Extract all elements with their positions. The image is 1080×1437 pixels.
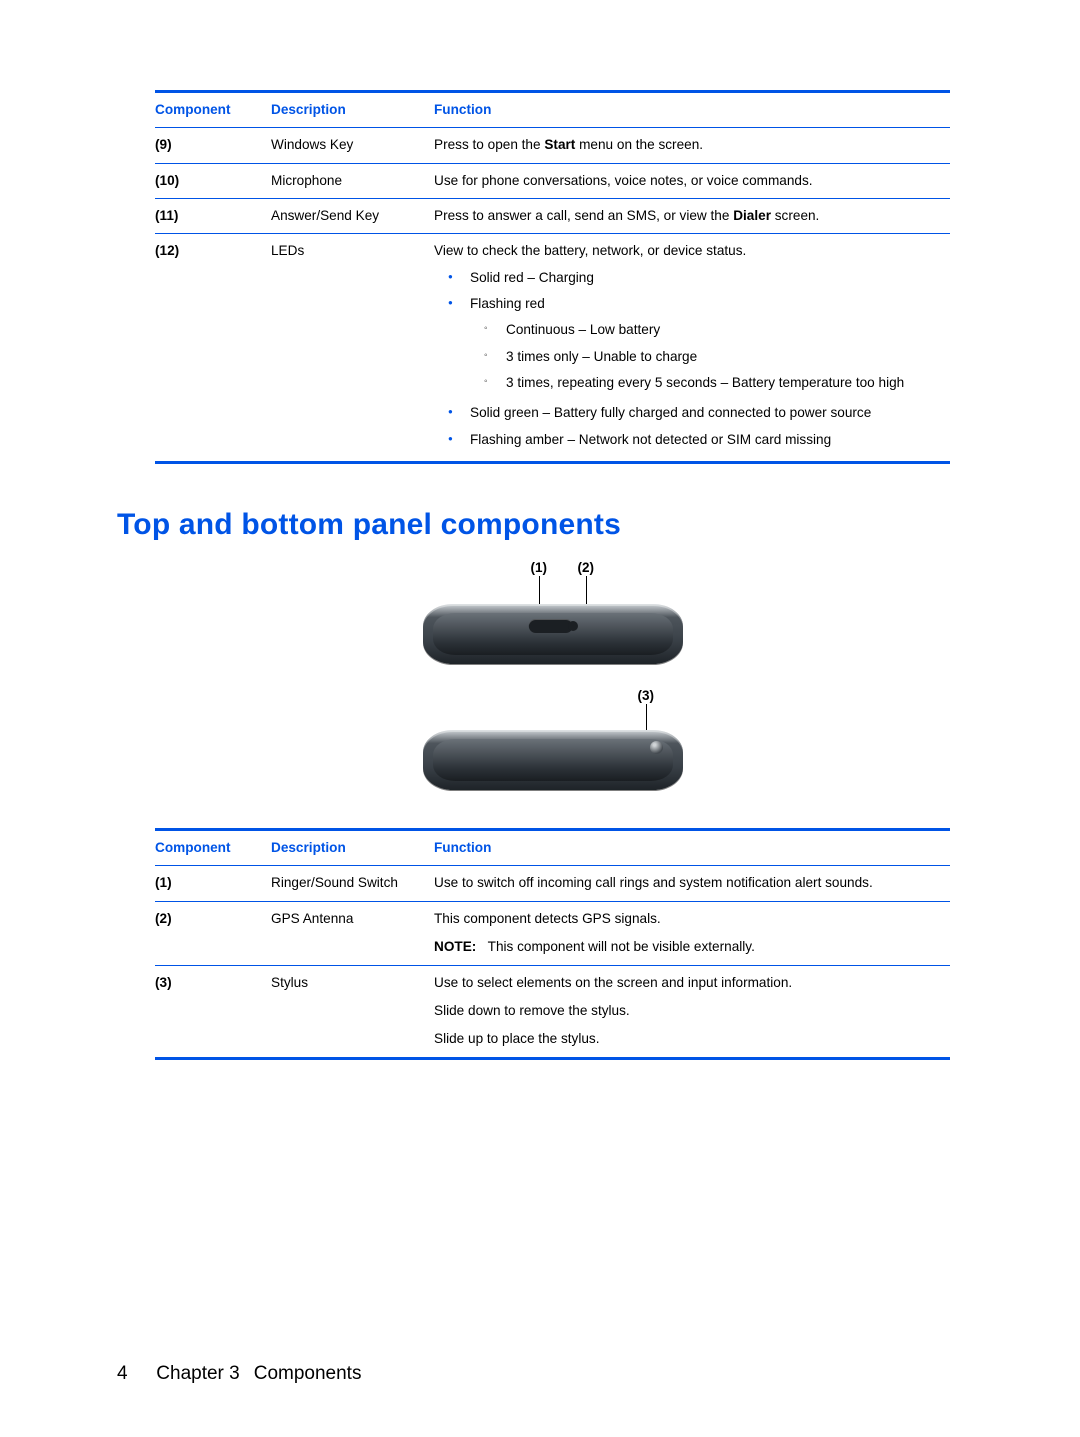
table-row: (11) Answer/Send Key Press to answer a c… <box>155 199 950 234</box>
text: Press to open the <box>434 137 544 152</box>
table-row: (10) Microphone Use for phone conversati… <box>155 163 950 198</box>
list-item: Continuous – Low battery <box>470 317 942 343</box>
page-number: 4 <box>117 1363 151 1385</box>
text: screen. <box>771 208 819 223</box>
list-item: Flashing amber – Network not detected or… <box>434 427 942 453</box>
table-header-row: Component Description Function <box>155 92 950 128</box>
component-description: Answer/Send Key <box>271 199 434 234</box>
component-description: Windows Key <box>271 128 434 163</box>
component-function: Use for phone conversations, voice notes… <box>434 163 950 198</box>
list-item: 3 times only – Unable to charge <box>470 344 942 370</box>
table-row: (3) Stylus Use to select elements on the… <box>155 965 950 1058</box>
text: Slide down to remove the stylus. <box>434 1002 942 1020</box>
component-function: Use to switch off incoming call rings an… <box>434 866 950 901</box>
header-component: Component <box>155 92 271 128</box>
bullet-list: Solid red – Charging Flashing red Contin… <box>434 265 942 453</box>
sub-bullet-list: Continuous – Low battery 3 times only – … <box>470 317 942 396</box>
document-page: Component Description Function (9) Windo… <box>0 0 1080 1437</box>
callout-label: (1) <box>531 560 548 575</box>
text: View to check the battery, network, or d… <box>434 243 746 258</box>
table-row: (12) LEDs View to check the battery, net… <box>155 234 950 463</box>
component-number: (11) <box>155 199 271 234</box>
header-description: Description <box>271 92 434 128</box>
text: Slide up to place the stylus. <box>434 1030 942 1048</box>
components-table-2: Component Description Function (1) Ringe… <box>155 828 950 1059</box>
callout-label: (3) <box>638 688 655 703</box>
device-bottom-panel <box>423 730 683 790</box>
header-description: Description <box>271 830 434 866</box>
text: This component detects GPS signals. <box>434 911 661 926</box>
callout-3: (3) <box>638 688 655 703</box>
note-text: This component will not be visible exter… <box>488 939 755 954</box>
callout-2: (2) <box>578 560 595 575</box>
header-component: Component <box>155 830 271 866</box>
component-description: GPS Antenna <box>271 901 434 965</box>
table-row: (9) Windows Key Press to open the Start … <box>155 128 950 163</box>
chapter-label: Chapter 3 <box>156 1363 239 1384</box>
text: Flashing red <box>470 296 545 311</box>
component-number: (9) <box>155 128 271 163</box>
table-header-row: Component Description Function <box>155 830 950 866</box>
device-diagram: (1) (2) (3) <box>155 560 950 810</box>
header-function: Function <box>434 92 950 128</box>
component-description: Ringer/Sound Switch <box>271 866 434 901</box>
device-top-panel <box>423 604 683 664</box>
text: Use to select elements on the screen and… <box>434 975 792 990</box>
component-number: (10) <box>155 163 271 198</box>
table-row: (1) Ringer/Sound Switch Use to switch of… <box>155 866 950 901</box>
text: Press to answer a call, send an SMS, or … <box>434 208 733 223</box>
bold-text: Start <box>544 137 575 152</box>
list-item: Solid green – Battery fully charged and … <box>434 400 942 426</box>
component-function: View to check the battery, network, or d… <box>434 234 950 463</box>
component-description: LEDs <box>271 234 434 463</box>
header-function: Function <box>434 830 950 866</box>
bold-text: Dialer <box>733 208 771 223</box>
list-item: Flashing red Continuous – Low battery 3 … <box>434 291 942 400</box>
component-description: Microphone <box>271 163 434 198</box>
component-number: (12) <box>155 234 271 463</box>
components-table-1: Component Description Function (9) Windo… <box>155 90 950 464</box>
page-footer: 4 Chapter 3 Components <box>117 1363 955 1385</box>
component-function: This component detects GPS signals. NOTE… <box>434 901 950 965</box>
list-item: 3 times, repeating every 5 seconds – Bat… <box>470 370 942 396</box>
note-label: NOTE: <box>434 939 476 954</box>
callout-label: (2) <box>578 560 595 575</box>
section-heading: Top and bottom panel components <box>117 508 955 542</box>
list-item: Solid red – Charging <box>434 265 942 291</box>
component-number: (2) <box>155 901 271 965</box>
component-function: Press to open the Start menu on the scre… <box>434 128 950 163</box>
callout-1: (1) <box>531 560 548 575</box>
component-number: (1) <box>155 866 271 901</box>
chapter-title: Components <box>254 1363 362 1384</box>
component-description: Stylus <box>271 965 434 1058</box>
component-function: Use to select elements on the screen and… <box>434 965 950 1058</box>
component-number: (3) <box>155 965 271 1058</box>
table-row: (2) GPS Antenna This component detects G… <box>155 901 950 965</box>
component-function: Press to answer a call, send an SMS, or … <box>434 199 950 234</box>
text: menu on the screen. <box>575 137 703 152</box>
